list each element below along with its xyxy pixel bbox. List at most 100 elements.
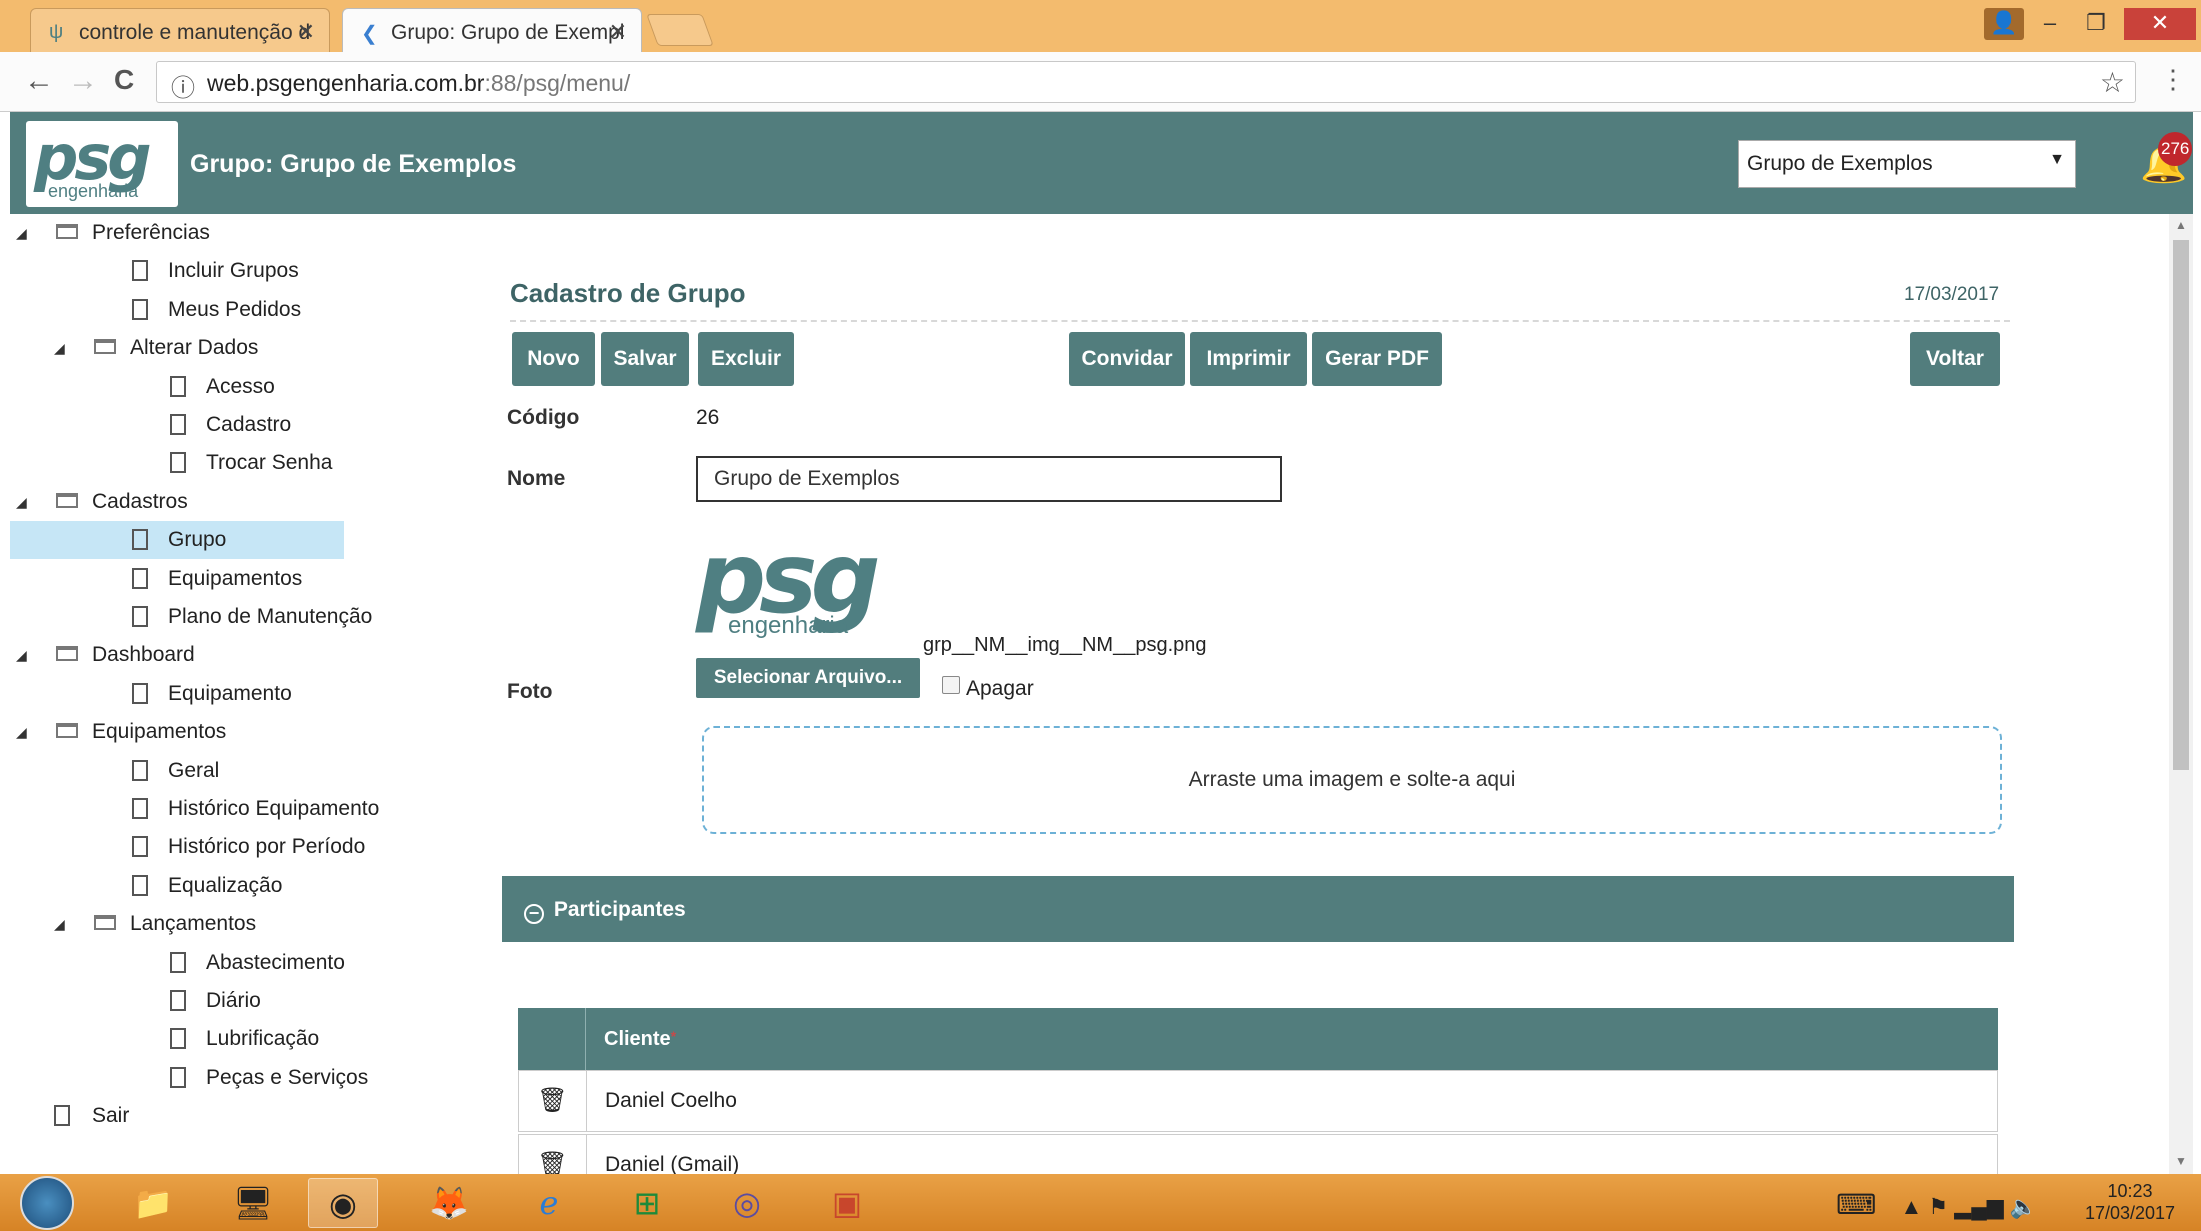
- sidebar-item-abastecimento[interactable]: Abastecimento: [10, 944, 345, 982]
- nome-input[interactable]: Grupo de Exemplos: [696, 456, 1282, 502]
- file-explorer-icon[interactable]: 📁: [118, 1178, 188, 1228]
- sidebar-item-equipamento[interactable]: Equipamento: [10, 675, 344, 713]
- sidebar-item-label: Incluir Grupos: [168, 259, 299, 283]
- keyboard-icon[interactable]: ⌨: [1836, 1189, 1876, 1220]
- sidebar-item-incluir-grupos[interactable]: Incluir Grupos: [10, 252, 344, 290]
- restore-window-button[interactable]: ❐: [2074, 8, 2118, 40]
- document-icon: [132, 298, 148, 320]
- title-divider: [510, 320, 2010, 322]
- sidebar-item-historico-equipamento[interactable]: Histórico Equipamento: [10, 790, 379, 828]
- sidebar-item-label: Diário: [206, 989, 261, 1012]
- document-icon: [170, 452, 186, 474]
- scrollbar-thumb[interactable]: [2173, 240, 2189, 770]
- bookmark-star-icon[interactable]: ☆: [2100, 66, 2125, 99]
- salvar-button[interactable]: Salvar: [601, 332, 689, 386]
- tab-close-icon[interactable]: ✕: [609, 19, 627, 45]
- forward-arrow-icon[interactable]: →: [68, 64, 98, 98]
- store-icon[interactable]: ⊞: [612, 1178, 682, 1228]
- sidebar-item-meus-pedidos[interactable]: Meus Pedidos: [10, 291, 344, 329]
- collapse-icon[interactable]: −: [524, 904, 544, 924]
- sidebar-item-preferencias[interactable]: ◢ Preferências: [10, 214, 344, 252]
- close-window-button[interactable]: ✕: [2124, 8, 2196, 40]
- apagar-checkbox[interactable]: [942, 676, 960, 694]
- sidebar-item-alterar-dados[interactable]: ◢ Alterar Dados: [10, 329, 344, 367]
- chrome-icon[interactable]: ◉: [308, 1178, 378, 1228]
- sidebar-item-historico-por-periodo[interactable]: Histórico por Período: [10, 828, 365, 866]
- collapse-triangle-icon[interactable]: ◢: [16, 713, 27, 751]
- collapse-triangle-icon[interactable]: ◢: [16, 483, 27, 521]
- sidebar-item-label: Acesso: [206, 374, 275, 398]
- browser-tab-grupo[interactable]: ❮ Grupo: Grupo de Exempl ✕: [342, 8, 642, 52]
- system-clock[interactable]: 10:23 17/03/2017: [2060, 1180, 2200, 1224]
- scroll-down-arrow-icon[interactable]: ▼: [2175, 1154, 2187, 1168]
- sidebar-item-equipamentos[interactable]: ◢ Equipamentos: [10, 713, 344, 751]
- sidebar-item-dashboard[interactable]: ◢ Dashboard: [10, 636, 344, 674]
- novo-button[interactable]: Novo: [512, 332, 595, 386]
- app-ring-icon[interactable]: ◎: [712, 1178, 782, 1228]
- collapse-triangle-icon[interactable]: ◢: [54, 329, 65, 367]
- powerpoint-icon[interactable]: ▣: [812, 1178, 882, 1228]
- document-icon: [132, 529, 148, 551]
- sidebar-item-grupo[interactable]: Grupo: [10, 521, 344, 560]
- sidebar-item-lubrificacao[interactable]: Lubrificação: [10, 1020, 344, 1058]
- sidebar-item-lancamentos[interactable]: ◢ Lançamentos: [10, 905, 344, 943]
- sidebar-item-sair[interactable]: Sair: [10, 1097, 344, 1135]
- scroll-up-arrow-icon[interactable]: ▲: [2175, 218, 2187, 232]
- sidebar-item-plano-de-manutencao[interactable]: Plano de Manutenção: [10, 598, 372, 636]
- sidebar-item-geral[interactable]: Geral: [10, 752, 344, 790]
- codigo-value: 26: [696, 406, 720, 429]
- voltar-button[interactable]: Voltar: [1910, 332, 2000, 386]
- windows-start-icon[interactable]: [20, 1176, 74, 1230]
- form-date: 17/03/2017: [1904, 284, 2000, 305]
- browser-toolbar: ← → C ⓘ web.psgengenharia.com.br:88/psg/…: [0, 52, 2201, 112]
- address-bar[interactable]: ⓘ web.psgengenharia.com.br:88/psg/menu/ …: [156, 61, 2136, 103]
- sidebar-item-equalizacao[interactable]: Equalização: [10, 867, 344, 905]
- psg-logo[interactable]: psg engenharia: [26, 121, 178, 207]
- collapse-triangle-icon[interactable]: ◢: [16, 214, 27, 252]
- sidebar-item-diario[interactable]: Diário: [10, 982, 344, 1020]
- sidebar-item-equipamentos[interactable]: Equipamentos: [10, 560, 344, 598]
- folder-icon: [56, 646, 78, 662]
- firefox-icon[interactable]: 🦊: [414, 1178, 484, 1228]
- back-arrow-icon[interactable]: ←: [24, 64, 54, 98]
- convidar-button[interactable]: Convidar: [1069, 332, 1185, 386]
- document-icon: [132, 759, 148, 781]
- document-icon: [54, 1105, 70, 1127]
- vertical-scrollbar[interactable]: ▲ ▼: [2169, 214, 2193, 1174]
- folder-icon: [94, 339, 116, 355]
- excluir-button[interactable]: Excluir: [698, 332, 794, 386]
- image-drop-zone[interactable]: Arraste uma imagem e solte-a aqui: [702, 726, 2002, 834]
- gerar-pdf-button[interactable]: Gerar PDF: [1312, 332, 1442, 386]
- tab-close-icon[interactable]: ✕: [297, 19, 315, 45]
- sidebar-item-cadastros[interactable]: ◢ Cadastros: [10, 483, 344, 521]
- select-file-button[interactable]: Selecionar Arquivo...: [696, 658, 920, 698]
- sidebar-item-label: Histórico por Período: [168, 835, 366, 859]
- tray-icons[interactable]: ▲ ⚑ ▂▄▆ 🔈: [1901, 1194, 2038, 1219]
- required-mark: *: [670, 1028, 677, 1044]
- browser-tab-controle[interactable]: ψ controle e manutenção d ✕: [30, 8, 330, 52]
- collapse-triangle-icon[interactable]: ◢: [16, 636, 27, 674]
- group-select[interactable]: Grupo de Exemplos ▼: [1738, 140, 2076, 188]
- site-info-icon[interactable]: ⓘ: [171, 68, 195, 103]
- sidebar-item-label: Plano de Manutenção: [168, 605, 373, 628]
- imprimir-button[interactable]: Imprimir: [1190, 332, 1307, 386]
- collapse-triangle-icon[interactable]: ◢: [54, 905, 65, 943]
- minimize-window-button[interactable]: –: [2028, 8, 2072, 40]
- folder-icon: [56, 492, 78, 508]
- column-header-cliente[interactable]: Cliente*: [604, 1028, 676, 1051]
- new-tab-button[interactable]: [646, 14, 714, 46]
- sidebar-item-acesso[interactable]: Acesso: [10, 368, 344, 406]
- delete-trash-icon[interactable]: 🗑: [519, 1071, 587, 1131]
- folder-icon: [56, 723, 78, 739]
- reload-icon[interactable]: C: [114, 64, 134, 96]
- user-profile-icon[interactable]: 👤: [1984, 8, 2024, 40]
- clock-date: 17/03/2017: [2084, 1203, 2176, 1223]
- sidebar-item-label: Grupo: [168, 528, 227, 552]
- sidebar-item-cadastro[interactable]: Cadastro: [10, 406, 344, 444]
- remote-desktop-icon[interactable]: 🖥: [218, 1178, 288, 1228]
- internet-explorer-icon[interactable]: ℯ: [514, 1178, 584, 1228]
- participantes-section-header[interactable]: − Participantes: [502, 876, 2014, 942]
- browser-menu-icon[interactable]: ⋮: [2160, 64, 2186, 95]
- sidebar-item-pecas-e-servicos[interactable]: Peças e Serviços: [10, 1059, 368, 1097]
- sidebar-item-trocar-senha[interactable]: Trocar Senha: [10, 444, 344, 482]
